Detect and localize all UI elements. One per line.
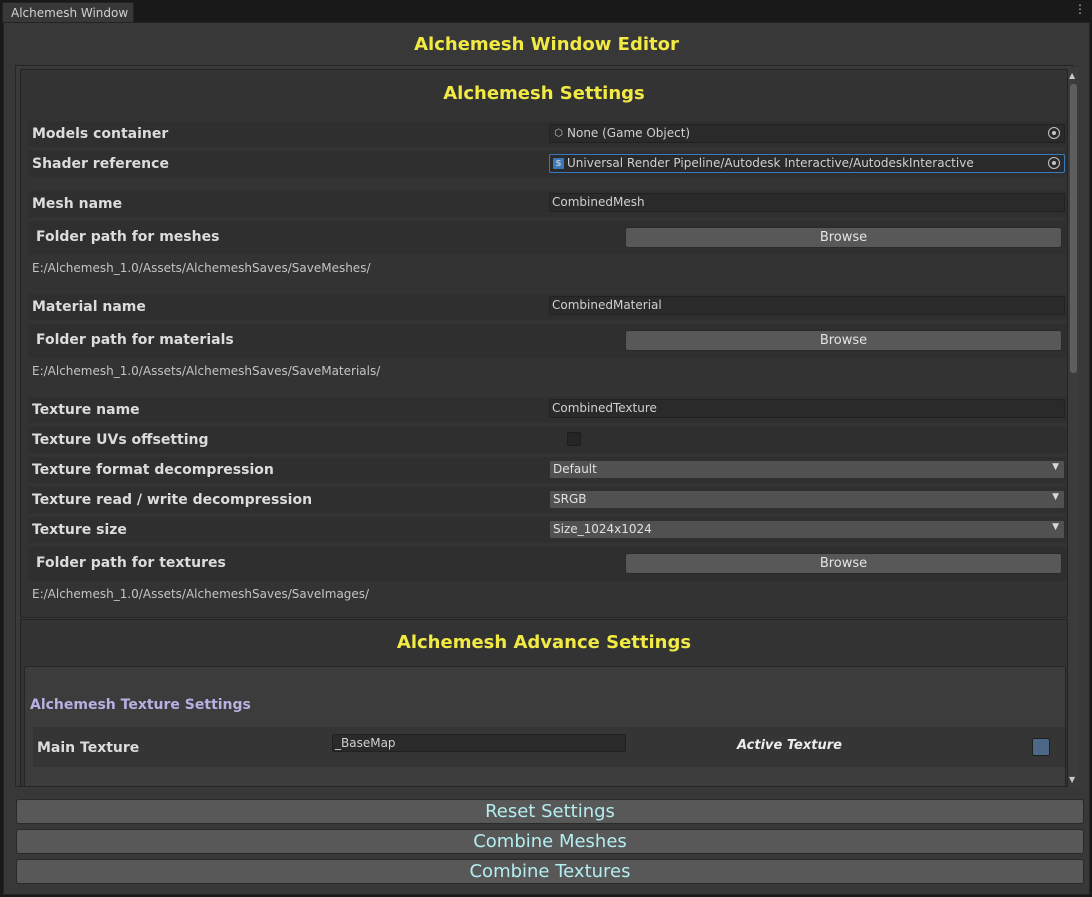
uv-offsetting-label: Texture UVs offsetting (32, 432, 209, 448)
uv-offsetting-row: Texture UVs offsetting (28, 427, 1067, 453)
shader-reference-label: Shader reference (32, 156, 169, 172)
models-container-row: Models container ⬡ None (Game Object) (28, 121, 1067, 147)
texture-size-dropdown[interactable]: Size_1024x1024 ▼ (549, 520, 1065, 539)
active-texture-label: Active Texture (737, 738, 842, 753)
folder-meshes-label: Folder path for meshes (36, 229, 220, 245)
shader-reference-field[interactable]: S Universal Render Pipeline/Autodesk Int… (549, 154, 1065, 173)
textures-path: E:/Alchemesh_1.0/Assets/AlchemeshSaves/S… (32, 587, 370, 601)
format-decompression-value: Default (553, 462, 597, 476)
kebab-menu-icon[interactable]: ⋮ (1074, 3, 1086, 15)
texture-settings-box: Alchemesh Texture Settings Main Texture … (24, 666, 1066, 786)
shader-reference-value: Universal Render Pipeline/Autodesk Inter… (567, 156, 974, 170)
scrollbar-thumb[interactable] (1070, 84, 1077, 373)
texture-name-row: Texture name CombinedTexture (28, 397, 1067, 423)
meshes-path: E:/Alchemesh_1.0/Assets/AlchemeshSaves/S… (32, 261, 371, 275)
models-container-value: None (Game Object) (567, 126, 691, 140)
combine-meshes-button[interactable]: Combine Meshes (16, 829, 1084, 854)
texture-size-row: Texture size Size_1024x1024 ▼ (28, 517, 1067, 543)
mesh-name-label: Mesh name (32, 196, 123, 212)
texture-size-value: Size_1024x1024 (553, 522, 652, 536)
mesh-name-input[interactable]: CombinedMesh (549, 193, 1065, 212)
uv-offsetting-checkbox[interactable] (567, 432, 581, 446)
main-texture-label: Main Texture (37, 740, 140, 756)
advance-settings-panel: Alchemesh Advance Settings Alchemesh Tex… (20, 619, 1068, 786)
models-container-label: Models container (32, 126, 169, 142)
folder-textures-row: Folder path for textures Browse (28, 547, 1067, 581)
material-name-row: Material name CombinedMaterial (28, 294, 1067, 320)
material-name-input[interactable]: CombinedMaterial (549, 296, 1065, 315)
editor-window: Alchemesh Window Editor Alchemesh Settin… (3, 22, 1090, 895)
browse-meshes-button[interactable]: Browse (625, 227, 1062, 248)
advance-settings-title: Alchemesh Advance Settings (396, 632, 692, 653)
combine-textures-button[interactable]: Combine Textures (16, 859, 1084, 884)
dropdown-arrow-icon: ▼ (1052, 462, 1059, 472)
scroll-view[interactable]: Alchemesh Settings Models container ⬡ No… (15, 65, 1073, 787)
rw-decompression-value: SRGB (553, 492, 587, 506)
object-picker-icon[interactable] (1048, 127, 1060, 139)
shader-reference-row: Shader reference S Universal Render Pipe… (28, 151, 1067, 177)
object-picker-icon[interactable] (1048, 157, 1060, 169)
main-texture-row: Main Texture _BaseMap Active Texture (33, 727, 1065, 767)
tab-bar: Alchemesh Window ⋮ (0, 0, 1092, 23)
folder-textures-label: Folder path for textures (36, 555, 226, 571)
models-container-field[interactable]: ⬡ None (Game Object) (549, 124, 1065, 143)
settings-title: Alchemesh Settings (443, 83, 645, 104)
browse-materials-button[interactable]: Browse (625, 330, 1062, 351)
window-title: Alchemesh Window Editor (414, 34, 679, 55)
browse-textures-button[interactable]: Browse (625, 553, 1062, 574)
shader-icon: S (553, 158, 564, 169)
texture-name-label: Texture name (32, 402, 140, 418)
scroll-down-icon[interactable]: ▼ (1069, 775, 1075, 784)
folder-materials-label: Folder path for materials (36, 332, 234, 348)
texture-settings-title: Alchemesh Texture Settings (30, 697, 251, 713)
format-decompression-dropdown[interactable]: Default ▼ (549, 460, 1065, 479)
folder-materials-row: Folder path for materials Browse (28, 324, 1067, 358)
mesh-name-row: Mesh name CombinedMesh (28, 191, 1067, 217)
rw-decompression-label: Texture read / write decompression (32, 492, 313, 508)
tab-label: Alchemesh Window (11, 6, 129, 20)
main-texture-input[interactable]: _BaseMap (332, 734, 626, 752)
active-texture-checkbox[interactable] (1032, 738, 1050, 756)
texture-size-label: Texture size (32, 522, 127, 538)
rw-decompression-row: Texture read / write decompression SRGB … (28, 487, 1067, 513)
scroll-up-icon[interactable]: ▲ (1069, 71, 1075, 80)
cube-icon: ⬡ (554, 128, 563, 139)
folder-meshes-row: Folder path for meshes Browse (28, 221, 1067, 255)
rw-decompression-dropdown[interactable]: SRGB ▼ (549, 490, 1065, 509)
vertical-scrollbar[interactable]: ▲ ▼ (1068, 67, 1079, 787)
dropdown-arrow-icon: ▼ (1052, 492, 1059, 502)
material-name-label: Material name (32, 299, 146, 315)
tab-alchemesh-window[interactable]: Alchemesh Window (2, 2, 134, 23)
reset-settings-button[interactable]: Reset Settings (16, 799, 1084, 824)
format-decompression-row: Texture format decompression Default ▼ (28, 457, 1067, 483)
materials-path: E:/Alchemesh_1.0/Assets/AlchemeshSaves/S… (32, 364, 381, 378)
settings-panel: Alchemesh Settings Models container ⬡ No… (20, 69, 1068, 618)
texture-name-input[interactable]: CombinedTexture (549, 399, 1065, 418)
dropdown-arrow-icon: ▼ (1052, 522, 1059, 532)
format-decompression-label: Texture format decompression (32, 462, 274, 478)
